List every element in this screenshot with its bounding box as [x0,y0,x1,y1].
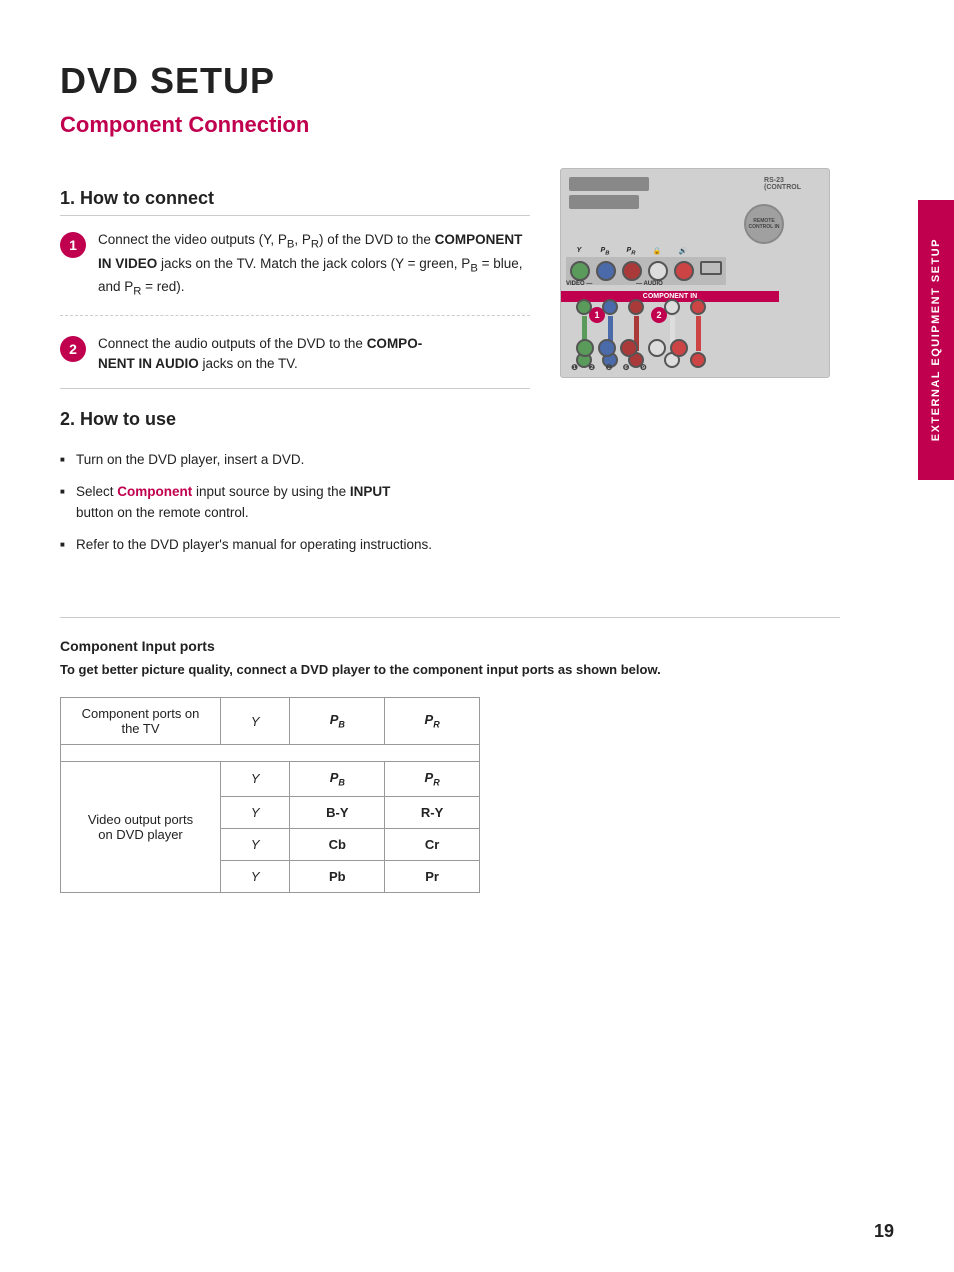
dvd-port-pr [620,339,638,357]
dvd-num-5: ❾ [640,363,647,372]
table-row2-y: Y [221,796,290,828]
bullet-list: Turn on the DVD player, insert a DVD. Se… [60,450,530,555]
highlight-component: Component [117,484,192,499]
step-2-text: Connect the audio outputs of the DVD to … [98,334,422,375]
table-spacer [61,745,480,762]
tv-port-red [674,261,694,281]
table-row4-pr: Pr [385,860,480,892]
port-label-pr: PR [621,247,641,256]
tv-port-y [570,261,590,281]
tv-port-pr [622,261,642,281]
subsection-how-to-connect: 1. How to connect [60,188,530,216]
dvd-port-red [670,339,688,357]
tv-cables-section [576,299,706,368]
cable-y-head [576,299,592,315]
bullet-item-2: Select Component input source by using t… [60,482,530,523]
page-title: DVD SETUP [60,60,840,102]
tv-slot-2 [569,195,639,209]
step-2-number: 2 [60,336,86,362]
tv-port-white [648,261,668,281]
cable-pr [628,299,644,368]
port-label-lock: 🔒 [647,247,667,256]
component-input-title: Component Input ports [60,638,840,654]
cable-audio-white [664,299,680,368]
cable-audio-red [690,299,706,368]
table-dvd-label: Video output portson DVD player [61,762,221,893]
right-content: RS-23(CONTROL REMOTECONTROL IN Y PB PR 🔒… [560,168,840,567]
dvd-num-1: ❶ [571,363,578,372]
table-row1-pr: PR [385,762,480,797]
table-row4-pb: Pb [290,860,385,892]
tv-port-pb [596,261,616,281]
table-header-y: Y [221,698,290,745]
component-table: Component ports on the TV Y PB PR Video … [60,697,480,893]
side-tab-label: EXTERNAL EQUIPMENT SETUP [929,238,943,441]
table-spacer-cell [61,745,480,762]
tv-audio-label: — AUDIO [636,281,663,287]
port-label-y: Y [569,247,589,256]
cable-audio-red-head [690,299,706,315]
table-row2-pr: R-Y [385,796,480,828]
tv-port-svideo [700,261,722,275]
dvd-port-white [648,339,666,357]
dvd-num-3: ❷ [605,363,612,372]
cable-y [576,299,592,368]
table-header-pr: PR [385,698,480,745]
cable-pb-head [602,299,618,315]
subsection-how-to-use: 2. How to use [60,409,530,436]
dvd-num-4: ❻ [623,363,630,372]
dvd-ports-section [576,339,688,357]
dvd-number-row: ❶ ❷ ❷ ❻ ❾ [571,363,647,372]
bullet-item-1: Turn on the DVD player, insert a DVD. [60,450,530,470]
tv-port-labels-row: Y PB PR 🔒 🔊 [569,247,693,256]
table-row3-pr: Cr [385,828,480,860]
tv-video-label: VIDEO — [566,281,592,287]
step-1-item: 1 Connect the video outputs (Y, PB, PR) … [60,230,530,316]
component-input-desc: To get better picture quality, connect a… [60,662,840,677]
cable-audio-red-body [696,316,701,351]
page-number: 19 [874,1221,894,1242]
step-2-item: 2 Connect the audio outputs of the DVD t… [60,334,530,390]
dvd-port-y [576,339,594,357]
tv-remote-text: REMOTECONTROL IN [748,218,779,230]
table-header-row: Component ports on the TV Y PB PR [61,698,480,745]
step-1-text: Connect the video outputs (Y, PB, PR) of… [98,230,530,301]
table-row2-pb: B-Y [290,796,385,828]
table-row3-y: Y [221,828,290,860]
tv-slot-1 [569,177,649,191]
tv-illustration: RS-23(CONTROL REMOTECONTROL IN Y PB PR 🔒… [560,168,830,378]
table-row1-pb: PB [290,762,385,797]
step-1-number: 1 [60,232,86,258]
table-header-label: Component ports on the TV [61,698,221,745]
tv-remote-circle: REMOTECONTROL IN [744,204,784,244]
table-row1-y: Y [221,762,290,797]
bullet-item-3: Refer to the DVD player's manual for ope… [60,535,530,555]
port-label-pb: PB [595,247,615,256]
table-header-pb: PB [290,698,385,745]
left-content: 1. How to connect 1 Connect the video ou… [60,168,530,567]
dvd-port-pb [598,339,616,357]
cable-audio-white-head [664,299,680,315]
section-title: Component Connection [60,112,840,138]
tv-top-slots [569,177,649,209]
cable-pr-head [628,299,644,315]
cable-audio-red-end [690,352,706,368]
table-row4-y: Y [221,860,290,892]
component-input-section: Component Input ports To get better pict… [60,617,840,893]
table-row-1: Video output portson DVD player Y PB PR [61,762,480,797]
cable-pb [602,299,618,368]
side-tab: EXTERNAL EQUIPMENT SETUP [918,200,954,480]
table-row3-pb: Cb [290,828,385,860]
port-label-audio: 🔊 [673,247,693,256]
dvd-num-2: ❷ [588,363,595,372]
rs232-label: RS-23(CONTROL [764,177,801,191]
